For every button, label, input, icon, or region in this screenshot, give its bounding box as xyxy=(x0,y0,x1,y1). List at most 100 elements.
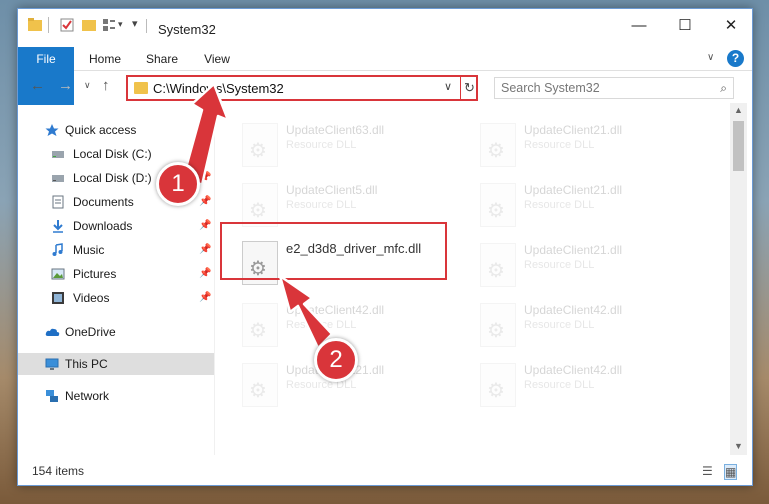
folder-icon xyxy=(28,18,42,32)
sidebar-item-onedrive[interactable]: OneDrive xyxy=(18,321,214,343)
file-name: UpdateClient42.dll xyxy=(286,303,385,317)
sidebar-item-music[interactable]: Music 📌 xyxy=(18,239,214,261)
pin-icon[interactable]: 📌 xyxy=(199,196,211,207)
dll-file-icon: ⚙ xyxy=(242,183,278,227)
file-type: Resource DLL xyxy=(524,199,595,211)
pc-icon xyxy=(45,357,59,371)
file-type: Resource DLL xyxy=(524,319,595,331)
tab-view[interactable]: View xyxy=(196,47,238,71)
qa-menu-icon[interactable]: ▾ xyxy=(132,17,138,30)
file-type: Resource DLL xyxy=(524,259,595,271)
file-type: Resource DLL xyxy=(286,379,357,391)
qa-dropdown-icon[interactable]: ▾ xyxy=(118,19,123,30)
dll-file-icon: ⚙ xyxy=(480,303,516,347)
star-icon xyxy=(45,123,59,137)
file-name: UpdateClient42.dll xyxy=(524,303,623,317)
target-file-highlight xyxy=(220,222,447,280)
forward-arrow-icon[interactable]: → xyxy=(58,77,73,94)
title-separator xyxy=(146,19,147,33)
pictures-icon xyxy=(51,267,65,281)
sidebar-item-this-pc[interactable]: This PC xyxy=(18,353,214,375)
pin-icon[interactable]: 📌 xyxy=(199,220,211,231)
ribbon-tabs: File Home Share View ∨ ? xyxy=(18,47,752,105)
cloud-icon xyxy=(45,325,60,339)
dll-file-icon: ⚙ xyxy=(242,123,278,167)
up-arrow-icon[interactable]: ↑ xyxy=(102,77,110,94)
vertical-scrollbar[interactable]: ▲ ▼ xyxy=(730,103,747,455)
pin-icon[interactable]: 📌 xyxy=(199,292,211,303)
pane-divider xyxy=(214,103,215,455)
address-path[interactable]: C:\Windows\System32 xyxy=(153,81,284,96)
scroll-up-icon[interactable]: ▲ xyxy=(734,105,743,115)
file-name: UpdateClient21.dll xyxy=(524,243,623,257)
pin-icon[interactable]: 📌 xyxy=(199,268,211,279)
new-folder-icon[interactable] xyxy=(82,18,96,32)
dll-file-icon: ⚙ xyxy=(242,363,278,407)
file-item[interactable]: ⚙ UpdateClient63.dll Resource DLL xyxy=(240,121,476,179)
drive-icon xyxy=(51,171,65,185)
step-1-badge: 1 xyxy=(156,162,200,206)
window-title: System32 xyxy=(158,22,216,37)
network-icon xyxy=(45,389,59,403)
item-count: 154 items xyxy=(32,464,85,478)
address-separator xyxy=(460,77,461,99)
tab-home[interactable]: Home xyxy=(82,47,128,71)
refresh-icon[interactable]: ↻ xyxy=(464,80,475,96)
sidebar-item-pictures[interactable]: Pictures 📌 xyxy=(18,263,214,285)
sidebar-item-label: Downloads xyxy=(73,219,133,233)
sidebar-item-label: Quick access xyxy=(65,123,137,137)
address-bar[interactable]: C:\Windows\System32 ∨ ↻ xyxy=(126,75,478,101)
search-box[interactable]: Search System32 ⌕ xyxy=(494,77,734,99)
scroll-thumb[interactable] xyxy=(733,121,744,171)
folder-icon xyxy=(134,82,148,94)
tab-share[interactable]: Share xyxy=(138,47,186,71)
sidebar-item-downloads[interactable]: Downloads 📌 xyxy=(18,215,214,237)
pin-icon[interactable]: 📌 xyxy=(199,148,211,159)
file-type: Resource DLL xyxy=(286,199,357,211)
file-item[interactable]: ⚙ UpdateClient42.dll Resource DLL xyxy=(478,301,714,359)
file-name: UpdateClient42.dll xyxy=(524,363,623,377)
recent-locations-icon[interactable]: ∨ xyxy=(84,80,91,91)
expand-ribbon-icon[interactable]: ∨ xyxy=(707,52,714,63)
file-type: Resource DLL xyxy=(524,379,595,391)
file-item[interactable]: ⚙ UpdateClient21.dll Resource DLL xyxy=(478,241,714,299)
pin-icon[interactable]: 📌 xyxy=(199,172,211,183)
customize-qa-icon[interactable] xyxy=(102,18,116,32)
sidebar-item-videos[interactable]: Videos 📌 xyxy=(18,287,214,309)
download-icon xyxy=(51,219,65,233)
quick-access-separator xyxy=(48,17,49,33)
properties-icon[interactable] xyxy=(60,18,74,32)
sidebar-item-network[interactable]: Network xyxy=(18,385,214,407)
navigation-bar: ← → ∨ ↑ C:\Windows\System32 ∨ ↻ Search S… xyxy=(18,73,752,103)
sidebar-item-quick-access[interactable]: Quick access xyxy=(18,119,214,141)
scroll-down-icon[interactable]: ▼ xyxy=(734,441,743,451)
dll-file-icon: ⚙ xyxy=(242,303,278,347)
file-item[interactable]: ⚙ UpdateClient21.dll Resource DLL xyxy=(478,121,714,179)
back-arrow-icon[interactable]: ← xyxy=(30,77,45,94)
file-item[interactable]: ⚙ UpdateClient42.dll Resource DLL xyxy=(478,361,714,419)
close-button[interactable]: ✕ xyxy=(708,9,752,41)
sidebar-item-local-disk-c[interactable]: Local Disk (C:) 📌 xyxy=(18,143,214,165)
file-item[interactable]: ⚙ UpdateClient42.dll Resource DLL xyxy=(240,301,476,359)
details-view-icon[interactable]: ☰ xyxy=(702,464,713,478)
title-bar: ▾ ▾ System32 — ☐ ✕ xyxy=(18,9,752,41)
tiles-view-icon[interactable]: ▦ xyxy=(724,464,738,480)
help-icon[interactable]: ? xyxy=(727,50,744,67)
status-bar: 154 items ☰ ▦ xyxy=(18,455,752,485)
search-input[interactable]: Search System32 xyxy=(501,81,600,95)
file-type: Resource DLL xyxy=(286,139,357,151)
address-dropdown-icon[interactable]: ∨ xyxy=(444,80,452,93)
maximize-button[interactable]: ☐ xyxy=(662,9,708,41)
file-name: UpdateClient5.dll xyxy=(286,183,378,197)
dll-file-icon: ⚙ xyxy=(480,123,516,167)
minimize-button[interactable]: — xyxy=(616,9,662,41)
step-2-badge: 2 xyxy=(314,338,358,382)
file-item[interactable]: ⚙ UpdateClient21.dll Resource DLL xyxy=(478,181,714,239)
file-item[interactable]: ⚙ UpdateClient21.dll Resource DLL xyxy=(240,361,476,419)
sidebar-item-label: This PC xyxy=(65,357,108,371)
pin-icon[interactable]: 📌 xyxy=(199,244,211,255)
file-type: Resource DLL xyxy=(524,139,595,151)
file-type: Resource DLL xyxy=(286,319,357,331)
file-name: UpdateClient63.dll xyxy=(286,123,385,137)
dll-file-icon: ⚙ xyxy=(480,183,516,227)
